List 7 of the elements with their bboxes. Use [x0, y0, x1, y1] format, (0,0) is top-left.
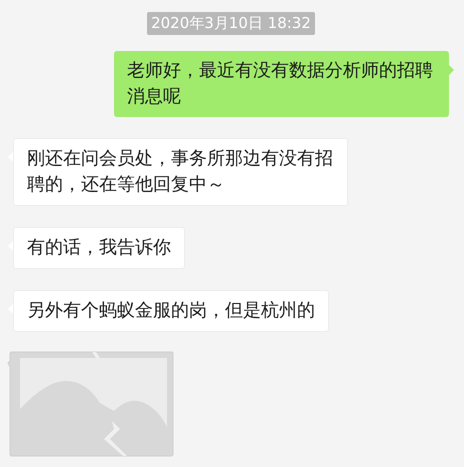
received-message-bubble: 刚还在问会员处，事务所那边有没有招聘的，还在等他回复中～: [13, 138, 348, 206]
image-placeholder-icon[interactable]: [6, 351, 174, 457]
bubble-tail: [449, 65, 454, 75]
timestamp: 2020年3月10日 18:32: [147, 12, 315, 35]
received-message-bubble: 有的话，我告诉你: [13, 227, 185, 269]
received-message-bubble: 另外有个蚂蚁金服的岗，但是杭州的: [13, 290, 329, 332]
sent-message-bubble: 老师好，最近有没有数据分析师的招聘消息呢: [114, 51, 449, 117]
